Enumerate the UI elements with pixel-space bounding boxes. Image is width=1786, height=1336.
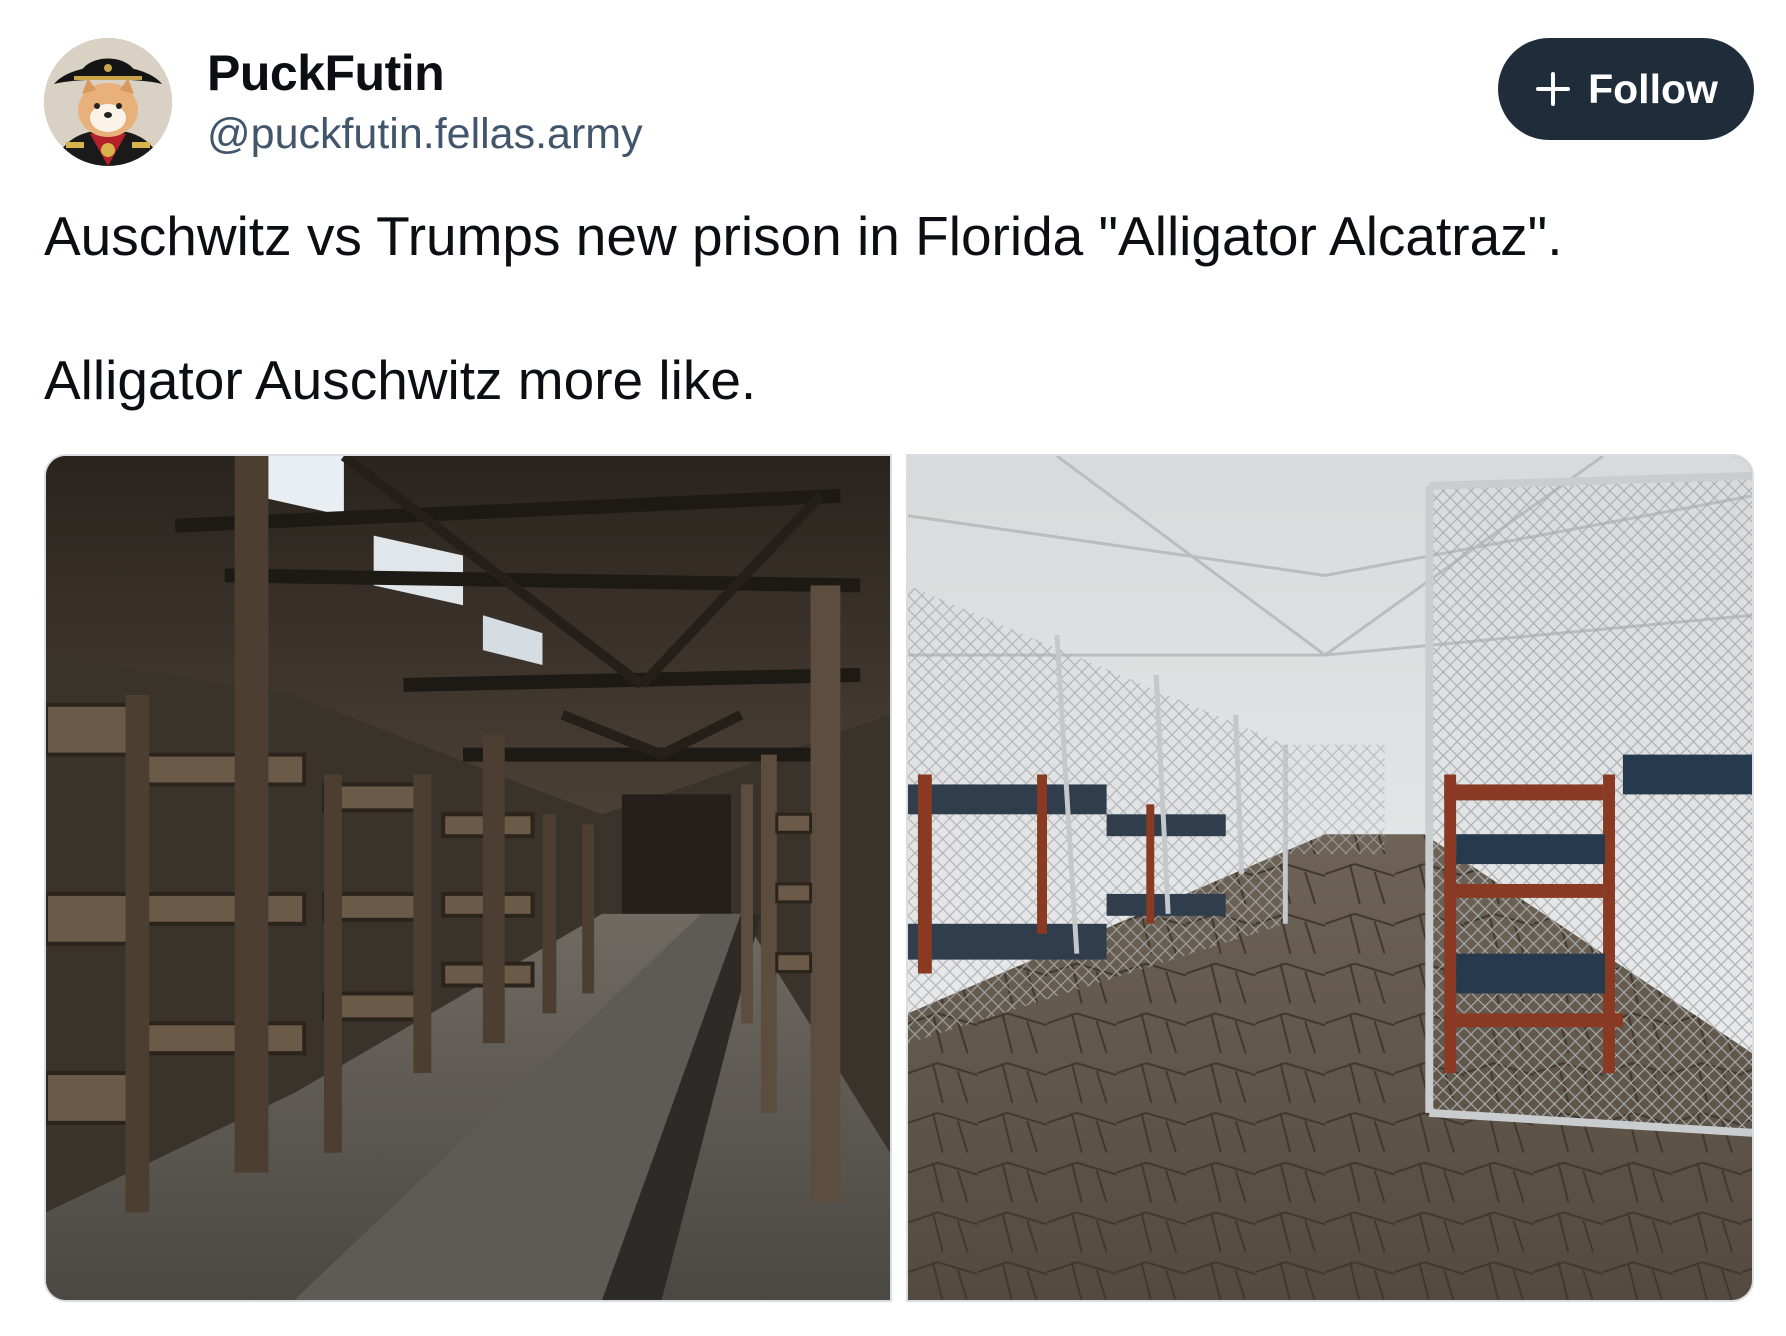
auschwitz-barracks-photo[interactable] <box>44 454 892 1302</box>
alligator-alcatraz-photo[interactable] <box>906 454 1754 1302</box>
shiba-avatar-icon <box>44 38 172 166</box>
post-card: PuckFutin @puckfutin.fellas.army Follow … <box>0 0 1786 1336</box>
post-text-line: Auschwitz vs Trumps new prison in Florid… <box>44 205 1563 267</box>
media-grid <box>44 454 1754 1302</box>
author-handle[interactable]: @puckfutin.fellas.army <box>207 110 643 159</box>
post-text: Auschwitz vs Trumps new prison in Florid… <box>44 200 1744 416</box>
follow-button-label: Follow <box>1588 65 1718 112</box>
follow-button[interactable]: Follow <box>1498 38 1754 140</box>
avatar[interactable] <box>44 38 172 166</box>
plus-icon <box>1536 72 1571 106</box>
author-display-name[interactable]: PuckFutin <box>207 44 445 102</box>
post-text-line: Alligator Auschwitz more like. <box>44 349 757 411</box>
tent-cages-image-icon <box>908 456 1752 1300</box>
barracks-image-icon <box>46 456 890 1300</box>
